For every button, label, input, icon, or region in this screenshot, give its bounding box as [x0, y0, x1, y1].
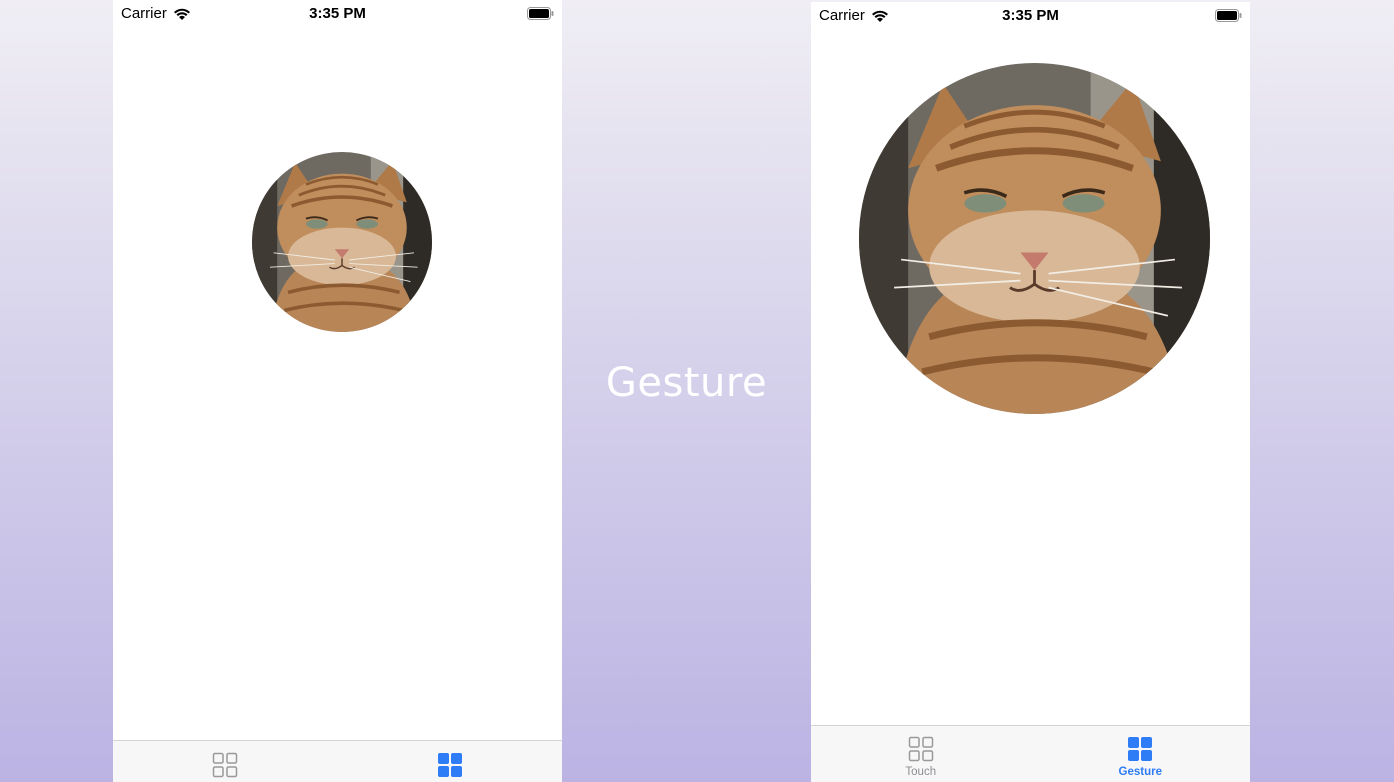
grid-filled-icon: [1128, 737, 1153, 761]
status-bar: Carrier 3:35 PM: [113, 0, 562, 28]
tab-bar: [113, 740, 562, 782]
tab-gesture[interactable]: Gesture: [1031, 726, 1251, 778]
phone-screen-right: Carrier 3:35 PM Touch Gesture: [811, 2, 1250, 782]
status-time: 3:35 PM: [1002, 7, 1059, 24]
battery-icon: [1215, 9, 1242, 22]
cat-photo: [252, 152, 432, 332]
battery-icon: [527, 7, 554, 20]
cat-avatar[interactable]: [859, 63, 1210, 414]
tab-label-touch: Touch: [905, 766, 937, 778]
phone-screen-left: Carrier 3:35 PM: [113, 0, 562, 782]
tab-label-gesture: Gesture: [1118, 766, 1162, 778]
cat-photo: [859, 63, 1210, 414]
grid-filled-icon: [437, 753, 462, 777]
tab-bar: Touch Gesture: [811, 725, 1250, 782]
status-time: 3:35 PM: [309, 5, 366, 22]
grid-outline-icon: [213, 752, 238, 778]
grid-outline-icon: [908, 736, 933, 762]
tab-touch[interactable]: Touch: [811, 726, 1031, 778]
section-caption: Gesture: [605, 360, 768, 406]
tab-touch[interactable]: [113, 741, 338, 778]
cat-avatar[interactable]: [252, 152, 432, 332]
tab-gesture[interactable]: [338, 741, 563, 778]
status-bar: Carrier 3:35 PM: [811, 2, 1250, 30]
